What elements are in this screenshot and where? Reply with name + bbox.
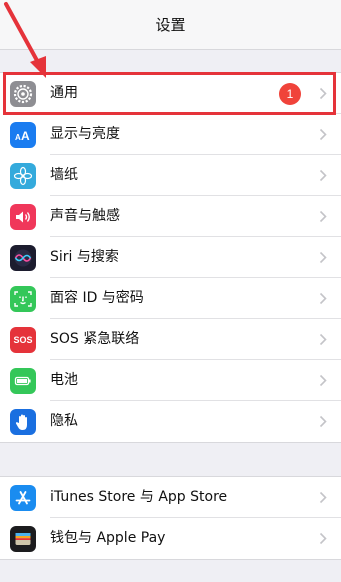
face-id-icon	[10, 286, 36, 312]
notification-badge: 1	[279, 83, 301, 105]
hand-icon	[10, 409, 36, 435]
chevron-right-icon	[319, 374, 327, 387]
wallet-icon	[10, 526, 36, 552]
chevron-right-icon	[319, 491, 327, 504]
chevron-right-icon	[319, 210, 327, 223]
chevron-right-icon	[319, 333, 327, 346]
chevron-right-icon	[319, 87, 327, 100]
settings-row-battery[interactable]: 电池	[0, 360, 341, 401]
speaker-icon	[10, 204, 36, 230]
settings-row-label: 钱包与 Apple Pay	[50, 530, 166, 546]
settings-group-1: 通用 1 AA 显示与亮度 墙纸 声音与触感 Siri 与搜索 面容 ID 与密…	[0, 72, 341, 443]
chevron-right-icon	[319, 292, 327, 305]
settings-row-label: 墙纸	[50, 167, 78, 183]
settings-row-faceid[interactable]: 面容 ID 与密码	[0, 278, 341, 319]
battery-icon	[10, 368, 36, 394]
settings-row-label: iTunes Store 与 App Store	[50, 489, 228, 505]
settings-row-label: 电池	[50, 372, 78, 388]
settings-row-wallpaper[interactable]: 墙纸	[0, 155, 341, 196]
settings-row-sos[interactable]: SOS SOS 紧急联络	[0, 319, 341, 360]
app-store-icon	[10, 485, 36, 511]
page-title: 设置	[155, 16, 186, 34]
sos-icon: SOS	[10, 327, 36, 353]
settings-row-appstore[interactable]: iTunes Store 与 App Store	[0, 477, 341, 518]
settings-row-label: 隐私	[50, 413, 78, 429]
chevron-right-icon	[319, 251, 327, 264]
settings-row-privacy[interactable]: 隐私	[0, 401, 341, 442]
siri-icon	[10, 245, 36, 271]
gear-icon	[10, 81, 36, 107]
settings-row-general[interactable]: 通用 1	[0, 73, 341, 114]
settings-row-siri[interactable]: Siri 与搜索	[0, 237, 341, 278]
settings-row-label: SOS 紧急联络	[50, 331, 140, 347]
settings-row-label: 显示与亮度	[50, 126, 120, 142]
chevron-right-icon	[319, 532, 327, 545]
settings-row-sounds[interactable]: 声音与触感	[0, 196, 341, 237]
chevron-right-icon	[319, 415, 327, 428]
text-size-icon: AA	[10, 122, 36, 148]
settings-row-label: 声音与触感	[50, 208, 120, 224]
settings-row-label: 面容 ID 与密码	[50, 290, 144, 306]
sos-icon-text: SOS	[13, 335, 33, 345]
nav-bar: 设置	[0, 0, 341, 50]
settings-row-display[interactable]: AA 显示与亮度	[0, 114, 341, 155]
chevron-right-icon	[319, 169, 327, 182]
settings-row-wallet[interactable]: 钱包与 Apple Pay	[0, 518, 341, 559]
flower-icon	[10, 163, 36, 189]
svg-text:A: A	[21, 129, 30, 143]
settings-group-2: iTunes Store 与 App Store 钱包与 Apple Pay	[0, 476, 341, 560]
chevron-right-icon	[319, 128, 327, 141]
settings-row-label: Siri 与搜索	[50, 249, 119, 265]
settings-row-label: 通用	[50, 85, 78, 101]
